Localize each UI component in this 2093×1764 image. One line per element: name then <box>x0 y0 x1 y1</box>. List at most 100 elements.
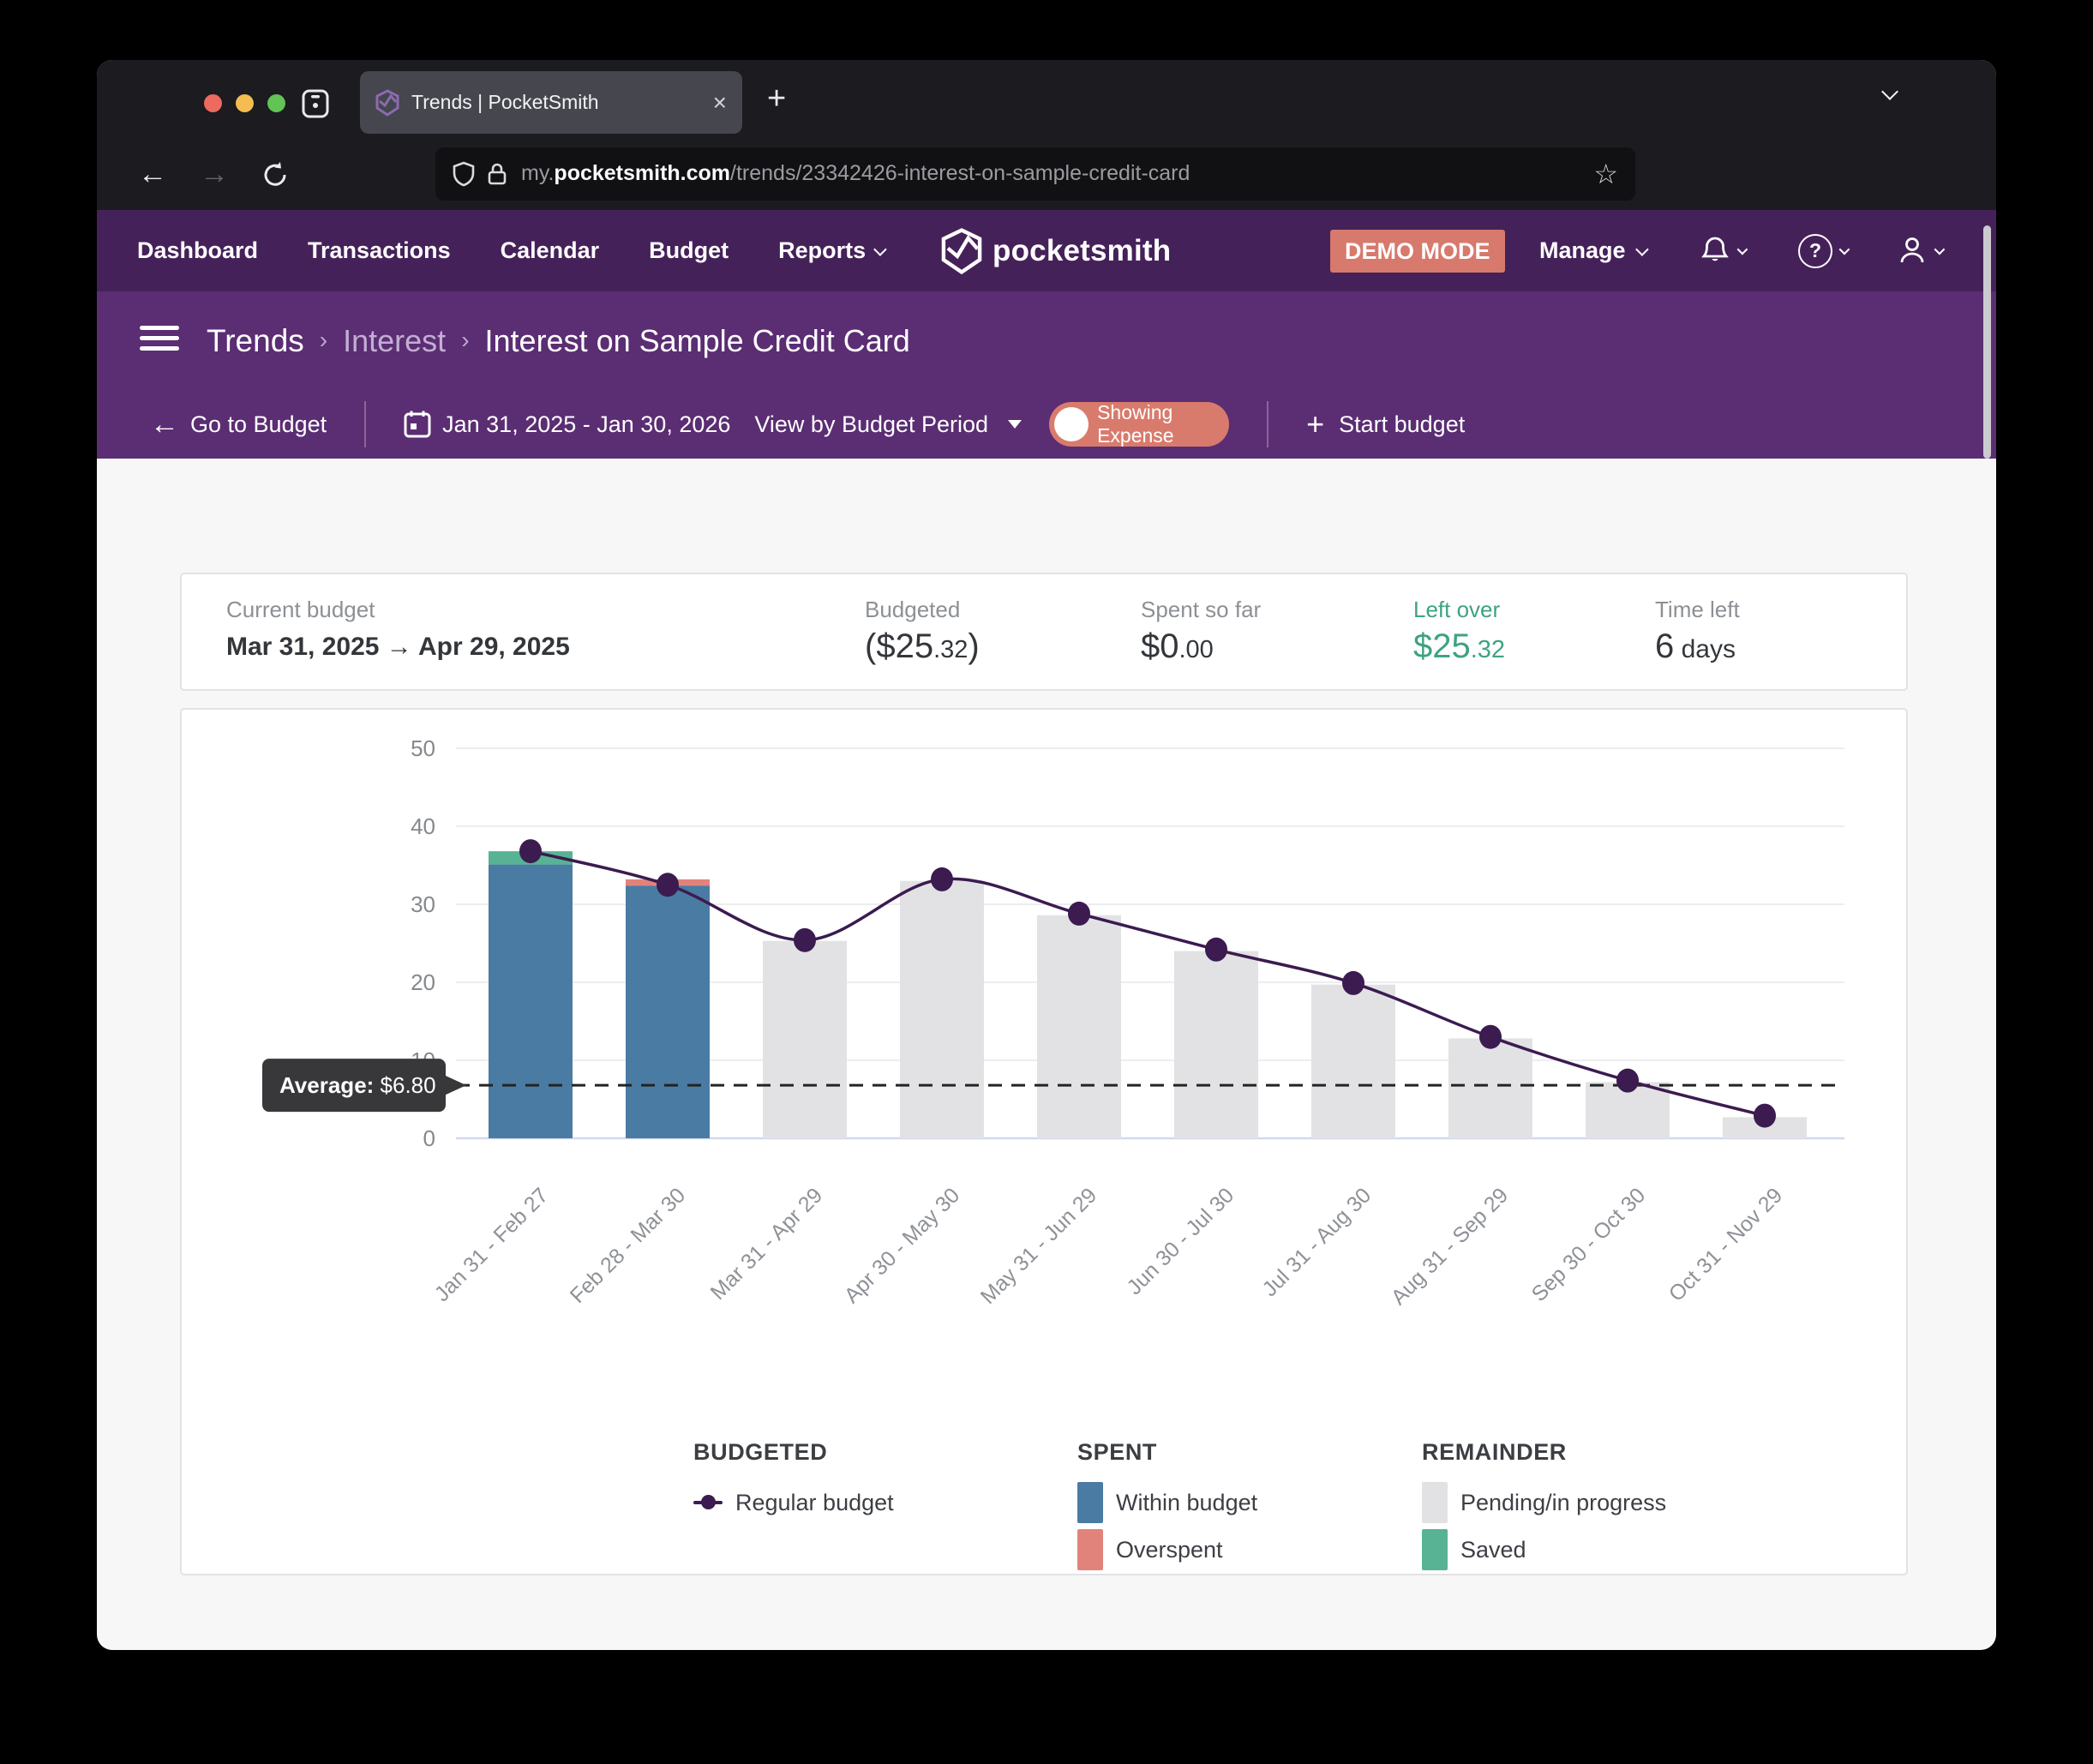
bar-segment <box>1448 1039 1532 1138</box>
y-tick-label: 0 <box>423 1125 435 1151</box>
within-budget-swatch <box>1077 1482 1103 1523</box>
average-tooltip-arrow <box>444 1075 466 1095</box>
legend-remainder-header: REMAINDER <box>1422 1439 1567 1466</box>
url-text: my.pocketsmith.com/trends/23342426-inter… <box>521 161 1585 186</box>
x-tick-label: Apr 30 - May 30 <box>840 1183 965 1308</box>
budget-point <box>657 873 679 897</box>
nav-item-manage[interactable]: Manage <box>1539 210 1646 291</box>
list-tabs-chevron-icon[interactable] <box>1884 86 1910 111</box>
y-tick-label: 40 <box>411 813 435 839</box>
time-left-value: 6 days <box>1655 627 1736 666</box>
user-menu-button[interactable] <box>1897 210 1942 291</box>
nav-item-budget[interactable]: Budget <box>649 237 729 264</box>
divider <box>364 401 366 447</box>
legend-spent-header: SPENT <box>1077 1439 1157 1466</box>
bar-segment <box>626 885 710 1138</box>
tab-title: Trends | PocketSmith <box>411 91 713 114</box>
x-tick-label: Jan 31 - Feb 27 <box>430 1183 554 1306</box>
logo-text: pocketsmith <box>993 234 1171 268</box>
bar-segment <box>1037 915 1121 1138</box>
x-tick-label: Jun 30 - Jul 30 <box>1122 1183 1238 1299</box>
x-tick-label: Mar 31 - Apr 29 <box>706 1183 828 1305</box>
regular-budget-line <box>531 851 1765 1115</box>
divider <box>1267 401 1268 447</box>
chevron-down-icon <box>873 243 887 256</box>
new-tab-button[interactable]: + <box>767 81 786 117</box>
url-toolbar: ← → my.pocketsmith.com/trends/23342426-i… <box>97 137 1996 210</box>
url-path: /trends/23342426-interest-on-sample-cred… <box>730 161 1190 185</box>
reload-icon[interactable] <box>261 161 287 187</box>
legend-within-budget: Within budget <box>1077 1481 1257 1524</box>
scrollbar-thumb[interactable] <box>1983 225 1991 459</box>
left-over-label: Left over <box>1413 597 1500 623</box>
firefox-view-icon[interactable] <box>299 87 332 120</box>
bar-segment <box>763 941 847 1138</box>
help-button[interactable]: ? <box>1798 210 1847 291</box>
bar-segment <box>900 881 984 1138</box>
person-icon <box>1897 235 1928 267</box>
current-budget-label: Current budget <box>226 597 375 623</box>
calendar-icon <box>404 410 431 439</box>
back-icon[interactable]: ← <box>138 159 167 189</box>
saved-swatch <box>1422 1529 1448 1570</box>
budget-point <box>1205 938 1227 962</box>
budget-point <box>1479 1025 1502 1049</box>
breadcrumb-trends[interactable]: Trends <box>207 323 304 359</box>
nav-item-calendar[interactable]: Calendar <box>501 237 600 264</box>
x-tick-label: Aug 31 - Sep 29 <box>1387 1183 1514 1310</box>
close-window-button[interactable] <box>204 94 222 112</box>
breadcrumb-separator: › <box>320 327 327 354</box>
legend-saved: Saved <box>1422 1528 1526 1571</box>
browser-window: Trends | PocketSmith × + ← → my.pocketsm… <box>97 60 1996 1650</box>
caret-down-icon <box>1008 420 1022 429</box>
y-tick-label: 20 <box>411 969 435 995</box>
minimize-window-button[interactable] <box>236 94 254 112</box>
screen: Trends | PocketSmith × + ← → my.pocketsm… <box>0 0 2093 1764</box>
url-bar[interactable]: my.pocketsmith.com/trends/23342426-inter… <box>435 147 1635 201</box>
demo-mode-badge[interactable]: DEMO MODE <box>1330 230 1505 273</box>
nav-item-transactions[interactable]: Transactions <box>308 237 451 264</box>
chevron-down-icon <box>1934 244 1946 255</box>
legend-overspent: Overspent <box>1077 1528 1223 1571</box>
back-arrow-icon: ← <box>150 408 179 441</box>
x-tick-label: Sep 30 - Oct 30 <box>1527 1183 1651 1306</box>
pocketsmith-logo[interactable]: pocketsmith <box>941 210 1171 291</box>
page-header: Trends › Interest › Interest on Sample C… <box>97 291 1996 459</box>
x-tick-label: May 31 - Jun 29 <box>976 1183 1102 1309</box>
app-nav-bar: Dashboard Transactions Calendar Budget R… <box>97 210 1996 291</box>
breadcrumb-separator: › <box>461 327 469 354</box>
sidebar-hamburger-icon[interactable] <box>140 320 179 357</box>
budget-point <box>1754 1104 1776 1128</box>
current-budget-value: Mar 31, 2025 → Apr 29, 2025 <box>226 633 570 662</box>
plus-icon: + <box>1306 406 1324 442</box>
breadcrumb-interest[interactable]: Interest <box>343 323 446 359</box>
notifications-bell-button[interactable] <box>1700 210 1745 291</box>
bar-segment <box>489 865 573 1138</box>
bar-segment <box>1174 951 1258 1138</box>
budget-point <box>1616 1069 1639 1093</box>
nav-item-reports[interactable]: Reports <box>778 237 884 264</box>
tracking-protection-shield-icon[interactable] <box>453 161 475 187</box>
close-tab-icon[interactable]: × <box>713 91 727 115</box>
spent-value: $0.00 <box>1141 627 1214 666</box>
showing-expense-toggle[interactable]: Showing Expense <box>1049 402 1229 447</box>
date-range-button[interactable]: Jan 31, 2025 - Jan 30, 2026 <box>404 410 730 439</box>
page-title: Interest on Sample Credit Card <box>485 323 910 359</box>
bookmark-star-icon[interactable]: ☆ <box>1593 158 1618 190</box>
bell-icon <box>1700 235 1730 267</box>
go-to-budget-button[interactable]: ←Go to Budget <box>150 408 327 441</box>
budgeted-value: ($25.32) <box>865 627 980 666</box>
forward-icon[interactable]: → <box>200 159 229 189</box>
overspent-swatch <box>1077 1529 1103 1570</box>
line-dot-marker-icon <box>693 1501 723 1504</box>
toggle-knob <box>1054 407 1088 441</box>
zoom-window-button[interactable] <box>267 94 285 112</box>
lock-icon[interactable] <box>487 162 507 186</box>
average-tooltip-label: Average: $6.80 <box>279 1072 436 1098</box>
view-by-dropdown[interactable]: View by Budget Period <box>754 411 1022 438</box>
start-budget-button[interactable]: +Start budget <box>1306 406 1465 442</box>
question-icon: ? <box>1798 234 1832 268</box>
left-over-value: $25.32 <box>1413 627 1505 666</box>
nav-item-dashboard[interactable]: Dashboard <box>137 237 258 264</box>
browser-tab[interactable]: Trends | PocketSmith × <box>360 71 742 134</box>
